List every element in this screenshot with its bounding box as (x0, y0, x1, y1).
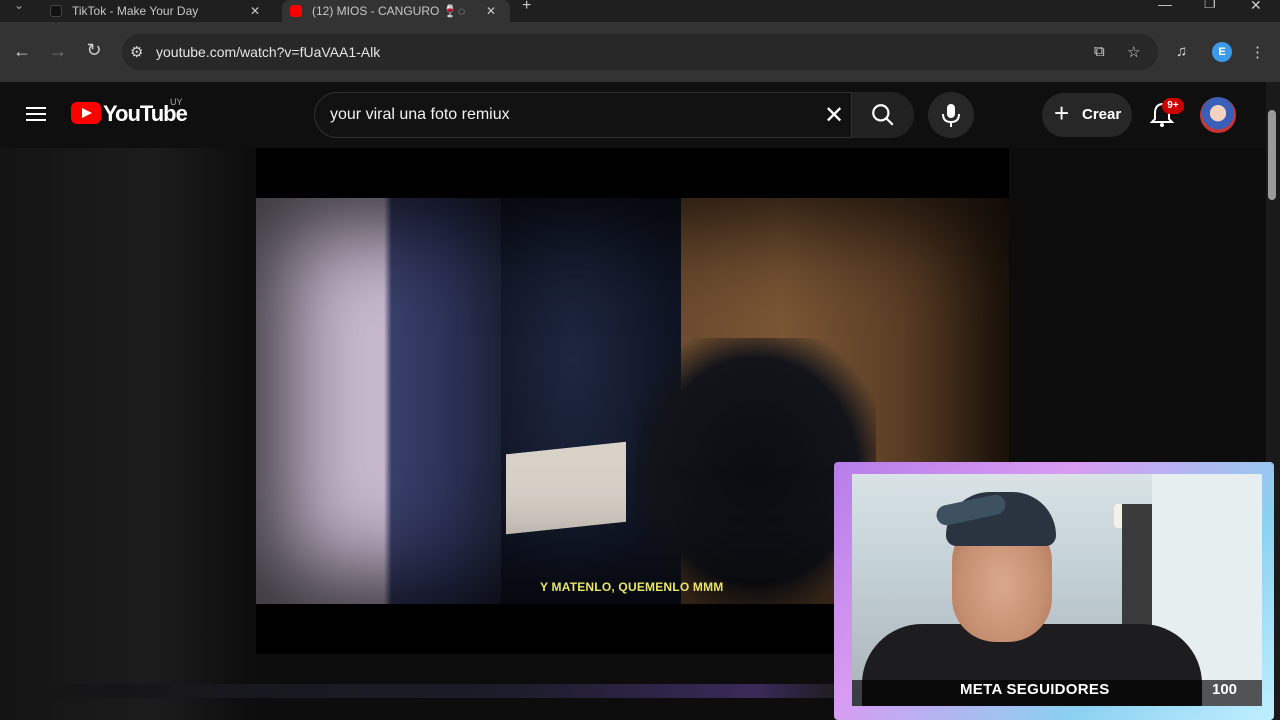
forward-icon[interactable]: → (46, 41, 70, 62)
scrollbar-thumb[interactable] (1268, 110, 1276, 200)
below-player-strip (20, 684, 840, 698)
voice-search-button[interactable] (928, 92, 974, 138)
restore-icon[interactable]: ❐ (1204, 0, 1216, 12)
browser-tab-bar: ⌄ TikTok - Make Your Day ✕ (12) MIOS - C… (0, 0, 1280, 22)
country-code: UY (170, 97, 183, 107)
tab-search-icon[interactable]: ⌄ (14, 0, 24, 12)
tab-label: TikTok - Make Your Day (72, 4, 199, 18)
video-subtitle: Y MATENLO, QUEMENLO MMM (540, 580, 724, 594)
avatar[interactable] (1200, 97, 1236, 133)
youtube-logo-icon[interactable] (71, 102, 101, 124)
audio-tab-icon[interactable]: ◌ (458, 4, 465, 18)
close-tab-icon[interactable]: ✕ (250, 4, 260, 18)
close-window-icon[interactable]: ✕ (1250, 0, 1262, 14)
microphone-icon (942, 104, 960, 127)
search-button[interactable] (852, 92, 914, 138)
menu-icon[interactable] (26, 104, 46, 124)
install-icon[interactable]: ⧉ (1094, 43, 1105, 60)
clear-search-icon[interactable]: ✕ (824, 101, 844, 130)
tab-tiktok[interactable]: TikTok - Make Your Day ✕ (50, 0, 270, 22)
site-info-icon[interactable]: ⚙ (130, 43, 143, 61)
notification-badge: 9+ (1162, 98, 1184, 114)
tab-youtube-active[interactable]: (12) MIOS - CANGURO 🍷 ◌ ✕ (282, 0, 510, 22)
plus-icon: + (1054, 98, 1070, 128)
search-icon (872, 104, 894, 126)
back-icon[interactable]: ← (10, 41, 34, 62)
media-icon[interactable]: ♫ (1176, 43, 1187, 60)
tab-label: (12) MIOS - CANGURO 🍷 (312, 4, 458, 18)
close-tab-icon[interactable]: ✕ (486, 4, 496, 18)
webcam-feed (852, 474, 1262, 706)
url-text[interactable]: youtube.com/watch?v=fUaVAA1-Alk (156, 44, 380, 60)
tiktok-favicon-icon (50, 5, 62, 17)
follower-goal-value: 100 (1212, 681, 1238, 698)
search-input[interactable]: your viral una foto remiux (330, 106, 510, 124)
reload-icon[interactable]: ↻ (82, 40, 106, 61)
bookmark-star-icon[interactable]: ☆ (1127, 43, 1140, 61)
extension-profile-icon[interactable]: E (1212, 42, 1232, 62)
menu-dots-icon[interactable]: ⋮ (1250, 43, 1265, 61)
new-tab-icon[interactable]: + (522, 0, 531, 15)
youtube-favicon-icon (290, 5, 302, 17)
follower-goal-label: META SEGUIDORES (960, 681, 1110, 698)
create-label: Crear (1082, 106, 1122, 123)
minimize-icon[interactable]: — (1158, 0, 1172, 12)
